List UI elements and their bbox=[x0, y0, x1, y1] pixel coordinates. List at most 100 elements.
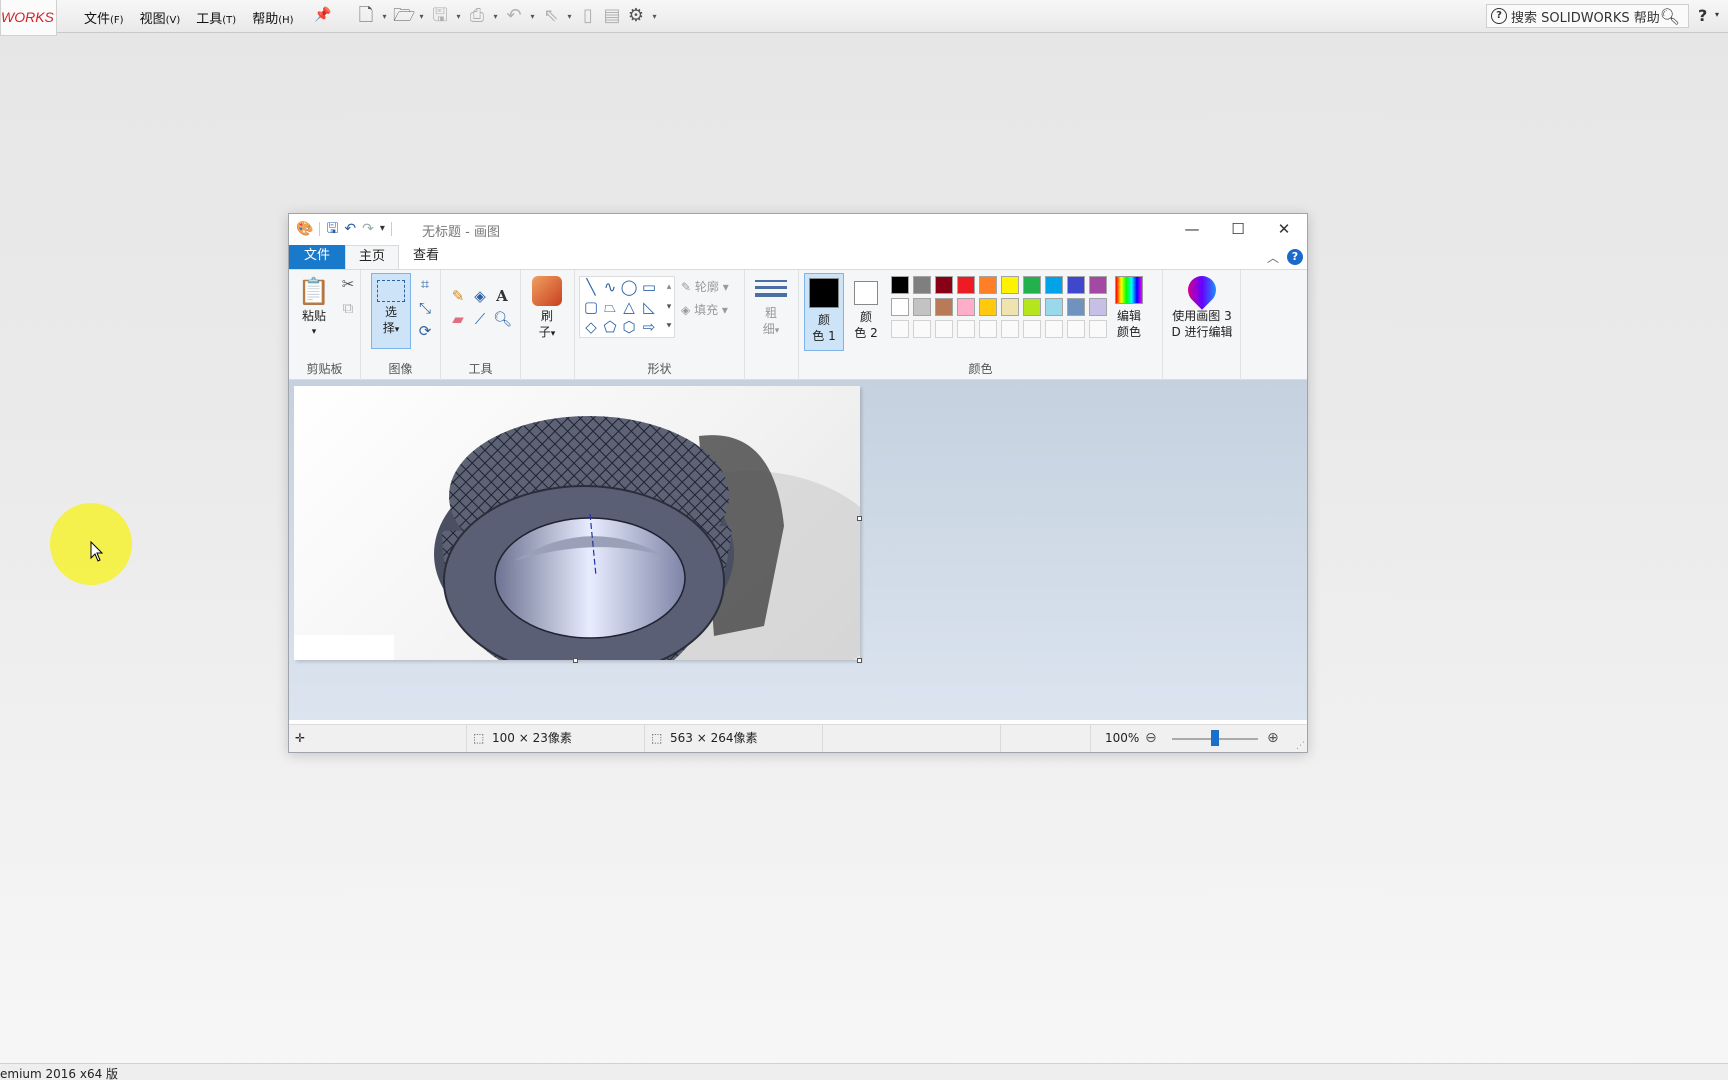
polygon-shape-icon[interactable]: ⏢ bbox=[601, 299, 619, 315]
arrow-shape-icon[interactable]: ⇨ bbox=[640, 319, 658, 335]
chevron-down-icon[interactable]: ▾ bbox=[565, 12, 574, 21]
palette-color-swatch[interactable] bbox=[1089, 276, 1107, 294]
pin-icon[interactable]: 📌 bbox=[314, 7, 331, 23]
rectangle-shape-icon[interactable]: ▭ bbox=[640, 279, 658, 295]
palette-color-swatch[interactable] bbox=[935, 276, 953, 294]
palette-color-swatch[interactable] bbox=[1045, 298, 1063, 316]
fill-bucket-icon[interactable]: ◈ bbox=[471, 288, 489, 304]
palette-color-swatch[interactable] bbox=[1023, 298, 1041, 316]
chevron-down-icon[interactable]: ▾ bbox=[1715, 10, 1719, 19]
save-icon[interactable]: 🖫 bbox=[326, 221, 338, 237]
palette-color-swatch[interactable] bbox=[979, 298, 997, 316]
open-folder-icon[interactable]: 🗁 bbox=[393, 6, 415, 26]
custom-color-slot[interactable] bbox=[1045, 320, 1063, 338]
chevron-down-icon[interactable]: ▾ bbox=[454, 12, 463, 21]
triangle-shape-icon[interactable]: △ bbox=[620, 299, 638, 315]
palette-color-swatch[interactable] bbox=[1045, 276, 1063, 294]
color-picker-icon[interactable]: ⟋ bbox=[471, 311, 489, 327]
zoom-slider-thumb[interactable] bbox=[1211, 730, 1219, 746]
help-button[interactable]: ? bbox=[1698, 6, 1707, 25]
size-button[interactable]: 粗 细▾ bbox=[753, 276, 789, 339]
custom-color-slot[interactable] bbox=[979, 320, 997, 338]
tab-file[interactable]: 文件 bbox=[289, 245, 345, 269]
menu-help[interactable]: 帮助(H) bbox=[252, 8, 293, 27]
magnifier-icon[interactable]: 🔍︎ bbox=[493, 311, 512, 327]
palette-color-swatch[interactable] bbox=[957, 298, 975, 316]
chevron-down-icon[interactable]: ▾ bbox=[650, 12, 659, 21]
maximize-button[interactable]: ☐ bbox=[1215, 214, 1261, 244]
chevron-down-icon[interactable]: ▾ bbox=[380, 12, 389, 21]
menu-view[interactable]: 视图(V) bbox=[140, 8, 181, 27]
chevron-down-icon[interactable]: ▾ bbox=[491, 12, 500, 21]
crop-icon[interactable]: ⌗ bbox=[416, 276, 434, 292]
customize-dropdown-icon[interactable]: ▾ bbox=[380, 221, 385, 237]
brushes-button[interactable]: 刷 子▾ bbox=[529, 276, 565, 342]
rounded-rectangle-shape-icon[interactable]: ▢ bbox=[582, 299, 600, 315]
save-icon[interactable]: 🖫 bbox=[430, 6, 450, 26]
minimize-button[interactable]: — bbox=[1169, 214, 1215, 244]
new-document-icon[interactable]: 🗋 bbox=[356, 6, 376, 26]
undo-icon[interactable]: ↶ bbox=[504, 6, 524, 26]
zoom-in-icon[interactable]: ⊕ bbox=[1267, 730, 1279, 746]
text-icon[interactable]: A bbox=[493, 288, 511, 304]
pentagon-shape-icon[interactable]: ⬠ bbox=[601, 319, 619, 335]
redo-icon[interactable]: ↷ bbox=[362, 221, 374, 237]
select-arrow-icon[interactable]: ⇖ bbox=[541, 6, 561, 26]
help-icon[interactable]: ? bbox=[1287, 249, 1303, 265]
shapes-gallery[interactable]: ╲ ∿ ◯ ▭ ▢ ⏢ △ ◺ ◇ ⬠ ⬡ ⇨ ▴ ▾ ⯆ bbox=[579, 276, 675, 338]
scroll-down-icon[interactable]: ▾ bbox=[660, 299, 678, 315]
resize-icon[interactable]: ⤡ bbox=[416, 300, 434, 316]
palette-color-swatch[interactable] bbox=[1067, 298, 1085, 316]
menu-tools[interactable]: 工具(T) bbox=[196, 8, 236, 27]
search-icon[interactable]: 🔍︎ bbox=[1660, 7, 1680, 26]
custom-color-slot[interactable] bbox=[1089, 320, 1107, 338]
cut-icon[interactable]: ✂ bbox=[339, 276, 357, 292]
palette-color-swatch[interactable] bbox=[913, 276, 931, 294]
custom-color-slot[interactable] bbox=[935, 320, 953, 338]
undo-icon[interactable]: ↶ bbox=[344, 221, 356, 237]
rotate-icon[interactable]: ⟳ bbox=[416, 323, 434, 339]
palette-color-swatch[interactable] bbox=[913, 298, 931, 316]
chevron-down-icon[interactable]: ▾ bbox=[528, 12, 537, 21]
custom-color-slot[interactable] bbox=[1023, 320, 1041, 338]
selection-region[interactable] bbox=[294, 635, 394, 660]
color1-button[interactable]: 颜 色 1 bbox=[804, 273, 844, 351]
palette-color-swatch[interactable] bbox=[1089, 298, 1107, 316]
resize-handle-right[interactable] bbox=[857, 516, 862, 521]
gear-icon[interactable]: ⚙ bbox=[626, 6, 646, 26]
file-properties-icon[interactable]: ▤ bbox=[602, 6, 622, 26]
diamond-shape-icon[interactable]: ◇ bbox=[582, 319, 600, 335]
oval-shape-icon[interactable]: ◯ bbox=[620, 279, 638, 295]
pencil-icon[interactable]: ✎ bbox=[449, 288, 467, 304]
curve-shape-icon[interactable]: ∿ bbox=[601, 279, 619, 295]
print-icon[interactable]: ⎙ bbox=[467, 6, 487, 26]
right-triangle-shape-icon[interactable]: ◺ bbox=[640, 299, 658, 315]
zoom-out-icon[interactable]: ⊖ bbox=[1145, 730, 1157, 746]
line-shape-icon[interactable]: ╲ bbox=[582, 279, 600, 295]
fill-button[interactable]: ◈ 填充 ▾ bbox=[681, 301, 728, 318]
collapse-ribbon-icon[interactable]: ︿ bbox=[1267, 249, 1279, 266]
color2-button[interactable]: 颜 色 2 bbox=[847, 273, 885, 351]
solidworks-logo[interactable]: WORKS bbox=[0, 0, 57, 36]
tab-view[interactable]: 查看 bbox=[399, 245, 453, 269]
search-help-box[interactable]: ? 搜索 SOLIDWORKS 帮助 🔍︎ bbox=[1486, 4, 1689, 28]
expand-gallery-icon[interactable]: ⯆ bbox=[660, 319, 678, 335]
custom-color-slot[interactable] bbox=[1001, 320, 1019, 338]
select-button[interactable]: 选 择▾ bbox=[371, 273, 411, 349]
palette-color-swatch[interactable] bbox=[1001, 276, 1019, 294]
menu-file[interactable]: 文件(F) bbox=[84, 8, 124, 27]
palette-color-swatch[interactable] bbox=[1001, 298, 1019, 316]
outline-button[interactable]: ✎ 轮廓 ▾ bbox=[681, 278, 729, 295]
custom-color-slot[interactable] bbox=[913, 320, 931, 338]
search-input[interactable]: 搜索 SOLIDWORKS 帮助 bbox=[1511, 7, 1660, 26]
rebuild-icon[interactable]: ▯ bbox=[578, 6, 598, 26]
scroll-up-icon[interactable]: ▴ bbox=[660, 279, 678, 295]
paint-app-icon[interactable]: 🎨 bbox=[296, 221, 313, 237]
resize-handle-corner[interactable] bbox=[857, 658, 862, 663]
chevron-down-icon[interactable]: ▾ bbox=[417, 12, 426, 21]
custom-color-slot[interactable] bbox=[891, 320, 909, 338]
hexagon-shape-icon[interactable]: ⬡ bbox=[620, 319, 638, 335]
title-bar[interactable]: 🎨 🖫 ↶ ↷ ▾ 无标题 - 画图 — ☐ ✕ bbox=[289, 214, 1307, 245]
canvas-workspace[interactable] bbox=[289, 380, 1307, 720]
palette-color-swatch[interactable] bbox=[891, 298, 909, 316]
